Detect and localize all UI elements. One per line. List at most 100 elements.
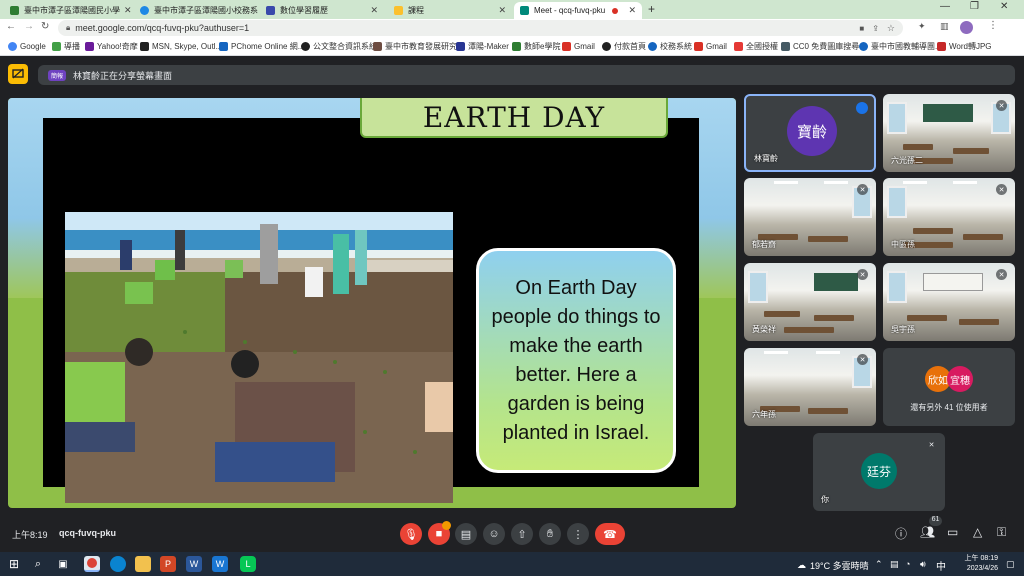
bookmark-label: 臺中市國教輔導團... (871, 42, 942, 51)
window-close-button[interactable]: ✕ (1000, 1, 1008, 12)
edge-taskbar-icon[interactable] (110, 556, 126, 572)
present-now-button[interactable]: ⇧ (511, 523, 533, 545)
bookmark-item[interactable]: MSN, Skype, Outl... (140, 40, 222, 53)
browser-tab-school[interactable]: 臺中市潭子區潭陽國民小學 ✕ (4, 2, 132, 19)
search-icon[interactable]: ⌕ (30, 556, 46, 572)
bookmark-favicon (859, 42, 868, 51)
word-icon[interactable]: W (186, 556, 202, 572)
bookmark-favicon (602, 42, 611, 51)
chat-button[interactable]: ▭ (947, 525, 958, 539)
raise-hand-button[interactable]: ✋︎ (539, 523, 561, 545)
participant-name: 林寶齡 (754, 154, 778, 163)
bookmark-label: CC0 免費圖庫搜尋... (793, 42, 866, 51)
participant-tile[interactable]: ✕ 六年孫 (744, 348, 876, 426)
screen-share-icon (12, 68, 24, 79)
bookmark-favicon (373, 42, 382, 51)
bookmark-label: Gmail (706, 42, 727, 51)
extensions-icon[interactable]: ✦ (918, 21, 926, 32)
bookmark-item[interactable]: 臺中市教育發展研究... (373, 40, 464, 53)
reload-icon[interactable]: ↻ (41, 21, 49, 32)
tab-label: 數位學習履歷 (280, 6, 328, 15)
sidebar-icon[interactable]: ▥ (940, 21, 949, 32)
people-icon: 👥︎ (920, 525, 936, 539)
info-icon[interactable]: ⓘ (895, 525, 907, 542)
bookmark-item[interactable]: Gmail (694, 40, 727, 53)
bookmark-item[interactable]: Word轉JPG (937, 40, 992, 53)
reactions-button[interactable]: ☺ (483, 523, 505, 545)
close-icon[interactable]: ✕ (624, 5, 636, 16)
bookmark-item[interactable]: 公文整合資訊系統 (301, 40, 377, 53)
tab-label: 臺中市潭子區潭陽國小校務系統 (154, 6, 258, 15)
wifi-icon[interactable]: ◔ (905, 559, 910, 569)
browser-tab-meet[interactable]: Meet - qcq-fuvq-pku ✕ (514, 2, 642, 19)
browser-tab-school-system[interactable]: 臺中市潭子區潭陽國小校務系統 ✕ (134, 2, 258, 19)
bookmark-item[interactable]: 臺中市國教輔導團... (859, 40, 942, 53)
browser-tab-learning-portfolio[interactable]: 數位學習履歷 ✕ (260, 2, 384, 19)
bookmark-item[interactable]: 導播 (52, 40, 80, 53)
url-field[interactable]: 🔒︎ meet.google.com/qcq-fuvq-pku?authuser… (58, 20, 903, 36)
maximize-button[interactable]: ❐ (970, 1, 979, 12)
ime-indicator[interactable]: 中 (936, 558, 946, 573)
network-icon[interactable]: ▤ (890, 559, 899, 570)
presentation-icon[interactable] (8, 64, 28, 84)
activities-button[interactable]: △ (973, 525, 982, 539)
star-icon[interactable]: ☆ (887, 23, 895, 34)
participant-tile[interactable]: ✕ 吳宇孫 (883, 263, 1015, 341)
close-icon[interactable]: ✕ (120, 5, 132, 16)
system-clock[interactable]: 上午 08:19 2023/4/26 (958, 554, 998, 574)
task-view-icon[interactable]: ▣ (55, 556, 71, 572)
host-controls-button[interactable]: ⚿ (997, 525, 1006, 540)
self-tile[interactable]: 廷芬 ✕ 你 (813, 433, 945, 511)
bookmark-item[interactable]: 付款首頁 (602, 40, 646, 53)
browser-tab-course[interactable]: 課程 ✕ (388, 2, 512, 19)
more-options-button[interactable]: ⋮ (567, 523, 589, 545)
show-hidden-icons[interactable]: ⌃ (875, 559, 883, 570)
captions-button[interactable]: ▤ (455, 523, 477, 545)
bookmark-item[interactable]: Gmail (562, 40, 595, 53)
microphone-toggle-button[interactable]: 🎙︎ (400, 523, 422, 545)
lock-icon: 🔒︎ (66, 23, 71, 32)
weather-widget[interactable]: ☁︎ 19°C 多雲時晴 (797, 559, 869, 572)
windows-start-icon[interactable]: ⊞ (6, 556, 22, 572)
people-button[interactable]: 👥︎ (920, 525, 935, 539)
bookmark-item[interactable]: 潭陽-Maker (456, 40, 509, 53)
bookmark-item[interactable]: Yahoo!奇摩 (85, 40, 138, 53)
new-tab-button[interactable]: + (648, 2, 655, 16)
profile-avatar[interactable] (960, 21, 973, 34)
participant-tile[interactable]: ✕ 黃榮祥 (744, 263, 876, 341)
bookmark-item[interactable]: 校務系統 (648, 40, 692, 53)
share-icon[interactable]: ⇪ (872, 24, 879, 33)
bookmark-favicon (52, 42, 61, 51)
slide-title: EARTH DAY (360, 98, 668, 138)
line-icon[interactable]: L (240, 556, 256, 572)
mic-off-icon: ✕ (996, 269, 1007, 280)
bookmark-item[interactable]: 數師e學院 (512, 40, 560, 53)
close-icon[interactable]: ✕ (494, 5, 506, 16)
menu-icon[interactable]: ⋮ (988, 20, 998, 31)
bookmark-item[interactable]: 全國授權 (734, 40, 778, 53)
notifications-icon[interactable]: ▢ (1006, 559, 1015, 570)
powerpoint-icon[interactable]: P (160, 556, 176, 572)
msn-icon (140, 42, 149, 51)
leave-call-button[interactable]: ☎︎ (595, 523, 625, 545)
chrome-taskbar-icon[interactable] (84, 556, 100, 572)
forward-arrow-icon[interactable]: → (24, 21, 34, 32)
back-arrow-icon[interactable]: ← (6, 21, 16, 32)
bookmark-item[interactable]: Google (8, 40, 46, 53)
others-tile[interactable]: 欣如 宜穗 還有另外 41 位使用者 (883, 348, 1015, 426)
bookmark-label: Word轉JPG (949, 42, 992, 51)
bookmark-label: 校務系統 (660, 42, 692, 51)
participant-tile[interactable]: ✕ 中區孫 (883, 178, 1015, 256)
participant-tile-presenter[interactable]: 寶齡 林寶齡 (744, 94, 876, 172)
minimize-button[interactable]: — (940, 1, 950, 12)
app-taskbar-icon[interactable]: W (212, 556, 228, 572)
volume-icon[interactable]: 🔊︎ (920, 559, 926, 570)
close-icon[interactable]: ✕ (366, 5, 378, 16)
bookmark-item[interactable]: PChome Online 網... (219, 40, 304, 53)
bookmark-item[interactable]: CC0 免費圖庫搜尋... (781, 40, 866, 53)
participant-tile[interactable]: ✕ 郁若齋 (744, 178, 876, 256)
participant-tile[interactable]: ✕ 六光孫二 (883, 94, 1015, 172)
file-explorer-icon[interactable] (135, 556, 151, 572)
camera-icon[interactable]: ■ (859, 24, 864, 33)
bookmark-label: Google (20, 42, 46, 51)
